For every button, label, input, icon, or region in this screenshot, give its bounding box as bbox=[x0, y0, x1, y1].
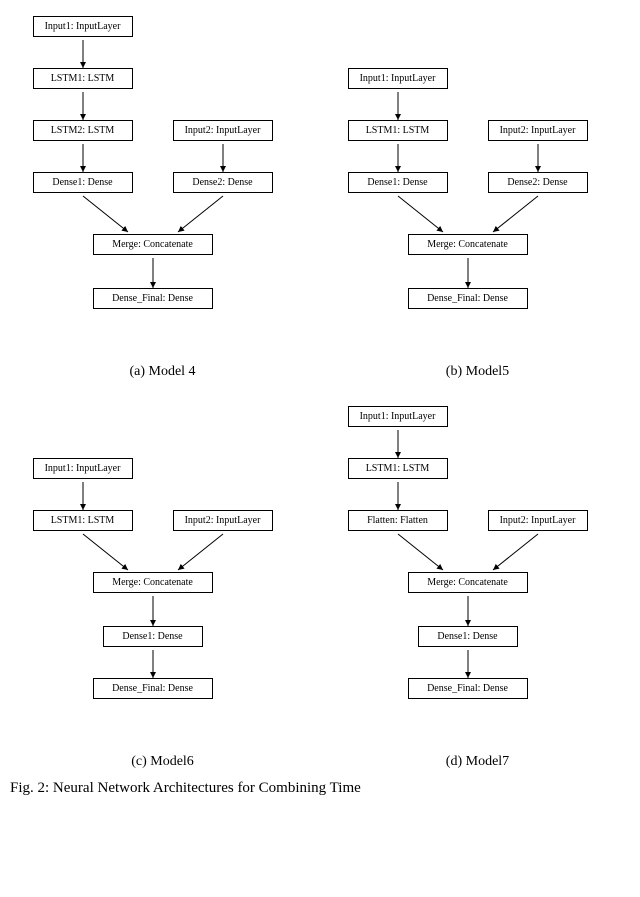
label: Dense2: Dense bbox=[192, 177, 252, 188]
label: Dense1: Dense bbox=[122, 631, 182, 642]
label: Input1: InputLayer bbox=[45, 463, 121, 474]
node-dense-final: Dense_Final: Dense bbox=[408, 288, 528, 309]
diagram-grid: Input1: InputLayer LSTM1: LSTM LSTM2: LS… bbox=[10, 10, 630, 770]
node-lstm1: LSTM1: LSTM bbox=[33, 68, 133, 89]
node-input1: Input1: InputLayer bbox=[33, 458, 133, 479]
node-input1: Input1: InputLayer bbox=[348, 68, 448, 89]
label: Merge: Concatenate bbox=[427, 577, 508, 588]
label: LSTM2: LSTM bbox=[51, 125, 115, 136]
label: Dense1: Dense bbox=[52, 177, 112, 188]
label: LSTM1: LSTM bbox=[51, 515, 115, 526]
label: Dense_Final: Dense bbox=[112, 683, 193, 694]
label: Dense2: Dense bbox=[507, 177, 567, 188]
label: Merge: Concatenate bbox=[112, 239, 193, 250]
node-lstm1: LSTM1: LSTM bbox=[33, 510, 133, 531]
node-dense1: Dense1: Dense bbox=[348, 172, 448, 193]
node-dense1: Dense1: Dense bbox=[33, 172, 133, 193]
caption-b: (b) Model5 bbox=[446, 364, 509, 380]
node-input2: Input2: InputLayer bbox=[173, 120, 273, 141]
node-dense1: Dense1: Dense bbox=[103, 626, 203, 647]
cell-model7: Input1: InputLayer LSTM1: LSTM Flatten: … bbox=[325, 400, 630, 770]
cell-model4: Input1: InputLayer LSTM1: LSTM LSTM2: LS… bbox=[10, 10, 315, 380]
node-lstm1: LSTM1: LSTM bbox=[348, 120, 448, 141]
label: Merge: Concatenate bbox=[427, 239, 508, 250]
cell-model6: Input1: InputLayer LSTM1: LSTM Input2: I… bbox=[10, 400, 315, 770]
label: LSTM1: LSTM bbox=[366, 463, 430, 474]
node-input2: Input2: InputLayer bbox=[173, 510, 273, 531]
label: Dense_Final: Dense bbox=[427, 683, 508, 694]
label: LSTM1: LSTM bbox=[366, 125, 430, 136]
node-dense1: Dense1: Dense bbox=[418, 626, 518, 647]
label: Input2: InputLayer bbox=[185, 125, 261, 136]
label: Input2: InputLayer bbox=[500, 125, 576, 136]
node-merge: Merge: Concatenate bbox=[408, 572, 528, 593]
node-dense2: Dense2: Dense bbox=[488, 172, 588, 193]
node-input2: Input2: InputLayer bbox=[488, 510, 588, 531]
label: Input1: InputLayer bbox=[360, 411, 436, 422]
node-dense-final: Dense_Final: Dense bbox=[93, 678, 213, 699]
label: Input1: InputLayer bbox=[45, 21, 121, 32]
node-merge: Merge: Concatenate bbox=[408, 234, 528, 255]
diagram-model4: Input1: InputLayer LSTM1: LSTM LSTM2: LS… bbox=[23, 10, 303, 360]
node-merge: Merge: Concatenate bbox=[93, 234, 213, 255]
label: Flatten: Flatten bbox=[367, 515, 428, 526]
label: Input2: InputLayer bbox=[500, 515, 576, 526]
node-flatten: Flatten: Flatten bbox=[348, 510, 448, 531]
node-input1: Input1: InputLayer bbox=[33, 16, 133, 37]
figure-caption: Fig. 2: Neural Network Architectures for… bbox=[10, 780, 630, 797]
node-lstm2: LSTM2: LSTM bbox=[33, 120, 133, 141]
label: Dense_Final: Dense bbox=[112, 293, 193, 304]
caption-a: (a) Model 4 bbox=[129, 364, 195, 380]
node-merge: Merge: Concatenate bbox=[93, 572, 213, 593]
node-dense-final: Dense_Final: Dense bbox=[408, 678, 528, 699]
diagram-model7: Input1: InputLayer LSTM1: LSTM Flatten: … bbox=[338, 400, 618, 750]
caption-c: (c) Model6 bbox=[131, 754, 194, 770]
label: Dense1: Dense bbox=[437, 631, 497, 642]
label: LSTM1: LSTM bbox=[51, 73, 115, 84]
label: Merge: Concatenate bbox=[112, 577, 193, 588]
node-dense2: Dense2: Dense bbox=[173, 172, 273, 193]
diagram-model5: Input1: InputLayer LSTM1: LSTM Input2: I… bbox=[338, 10, 618, 360]
cell-model5: Input1: InputLayer LSTM1: LSTM Input2: I… bbox=[325, 10, 630, 380]
label: Input1: InputLayer bbox=[360, 73, 436, 84]
label: Dense1: Dense bbox=[367, 177, 427, 188]
node-input2: Input2: InputLayer bbox=[488, 120, 588, 141]
node-dense-final: Dense_Final: Dense bbox=[93, 288, 213, 309]
caption-d: (d) Model7 bbox=[446, 754, 509, 770]
label: Input2: InputLayer bbox=[185, 515, 261, 526]
label: Dense_Final: Dense bbox=[427, 293, 508, 304]
node-input1: Input1: InputLayer bbox=[348, 406, 448, 427]
diagram-model6: Input1: InputLayer LSTM1: LSTM Input2: I… bbox=[23, 400, 303, 750]
node-lstm1: LSTM1: LSTM bbox=[348, 458, 448, 479]
